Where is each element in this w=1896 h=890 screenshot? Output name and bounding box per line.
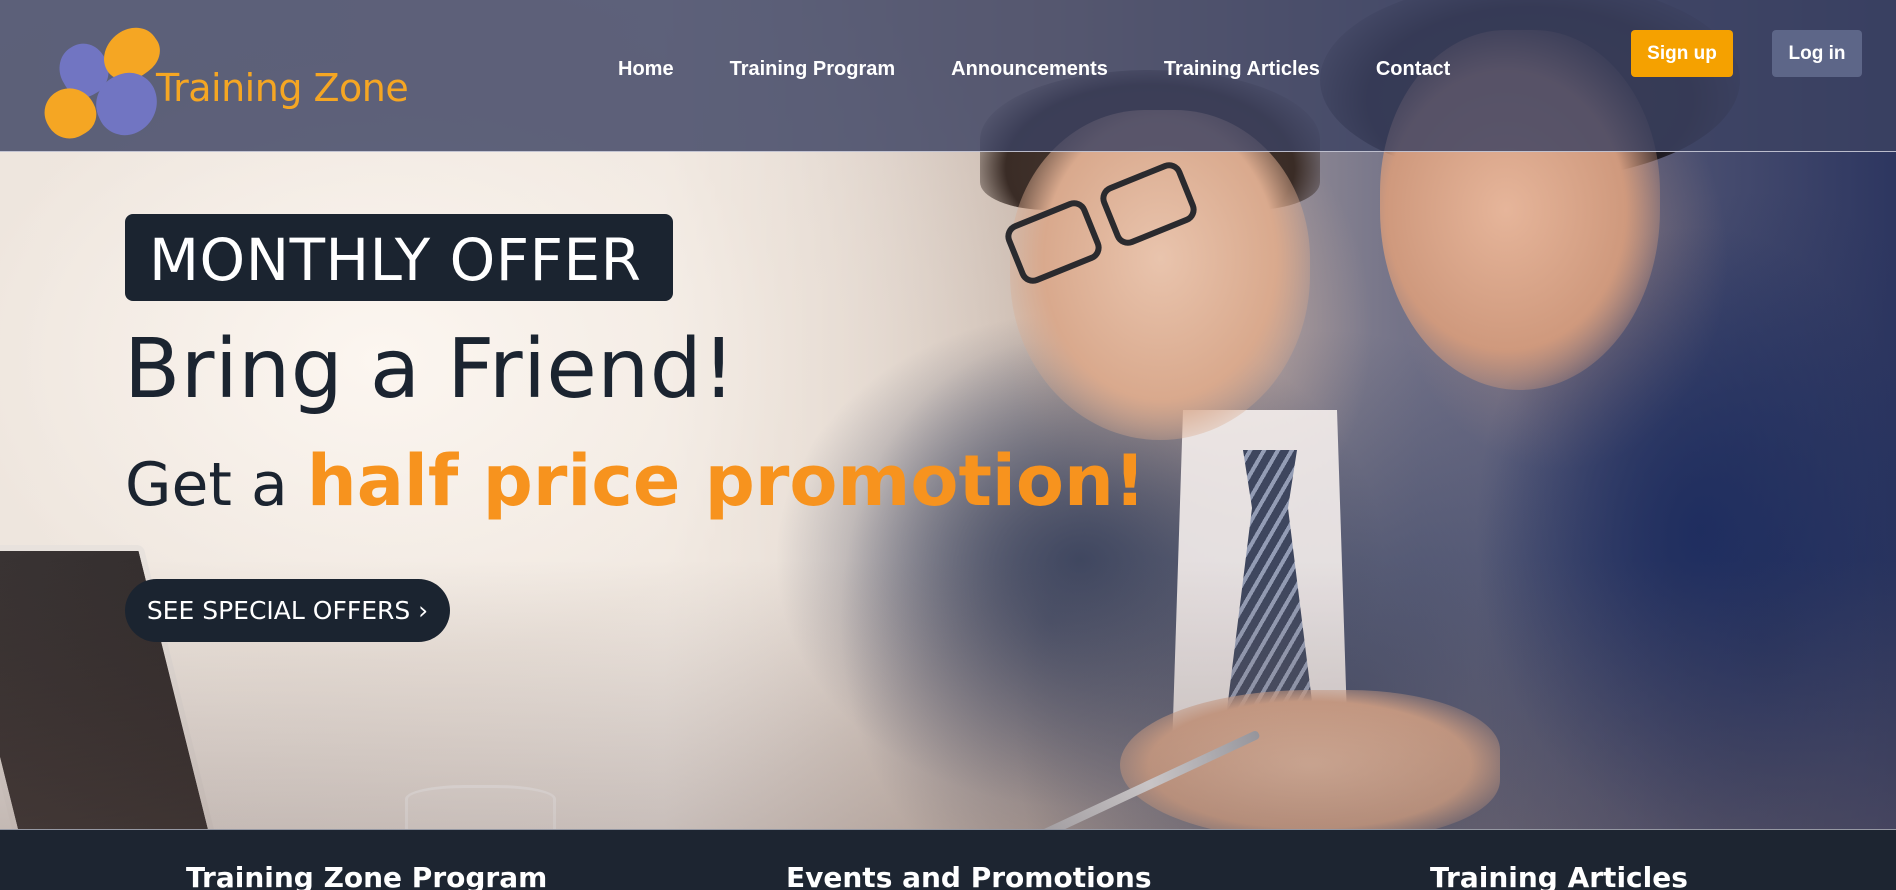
see-special-offers-button[interactable]: SEE SPECIAL OFFERS › (125, 579, 450, 642)
glasses-graphic (1001, 158, 1210, 288)
signup-button[interactable]: Sign up (1631, 30, 1733, 77)
logo-text: Training Zone (156, 66, 409, 110)
main-nav: Home Training Program Announcements Trai… (590, 58, 1478, 81)
site-logo[interactable]: Training Zone (35, 17, 409, 148)
nav-contact[interactable]: Contact (1348, 58, 1478, 81)
footer-title-articles[interactable]: Training Articles (1430, 861, 1688, 890)
nav-announcements[interactable]: Announcements (923, 58, 1136, 81)
site-header: Training Zone Home Training Program Anno… (0, 0, 1896, 152)
hand-graphic (1120, 690, 1500, 840)
hero-subline-accent: half price promotion! (306, 440, 1146, 522)
footer-section: Training Zone Program Events and Promoti… (0, 829, 1896, 890)
footer-title-events[interactable]: Events and Promotions (786, 861, 1152, 890)
nav-training-articles[interactable]: Training Articles (1136, 58, 1348, 81)
hero-headline: Bring a Friend! (124, 322, 736, 417)
footer-title-program[interactable]: Training Zone Program (186, 861, 547, 890)
login-button[interactable]: Log in (1772, 30, 1862, 77)
monthly-offer-label: MONTHLY OFFER (149, 226, 642, 294)
hero-subline-prefix: Get a (125, 450, 307, 520)
nav-training-program[interactable]: Training Program (702, 58, 924, 81)
pen-graphic (1039, 729, 1261, 840)
page: Training Zone Home Training Program Anno… (0, 0, 1896, 890)
hero-subline: Get a half price promotion! (125, 440, 1146, 522)
nav-home[interactable]: Home (590, 58, 702, 81)
monthly-offer-badge: MONTHLY OFFER (125, 214, 673, 301)
logo-mark-icon (35, 17, 169, 148)
